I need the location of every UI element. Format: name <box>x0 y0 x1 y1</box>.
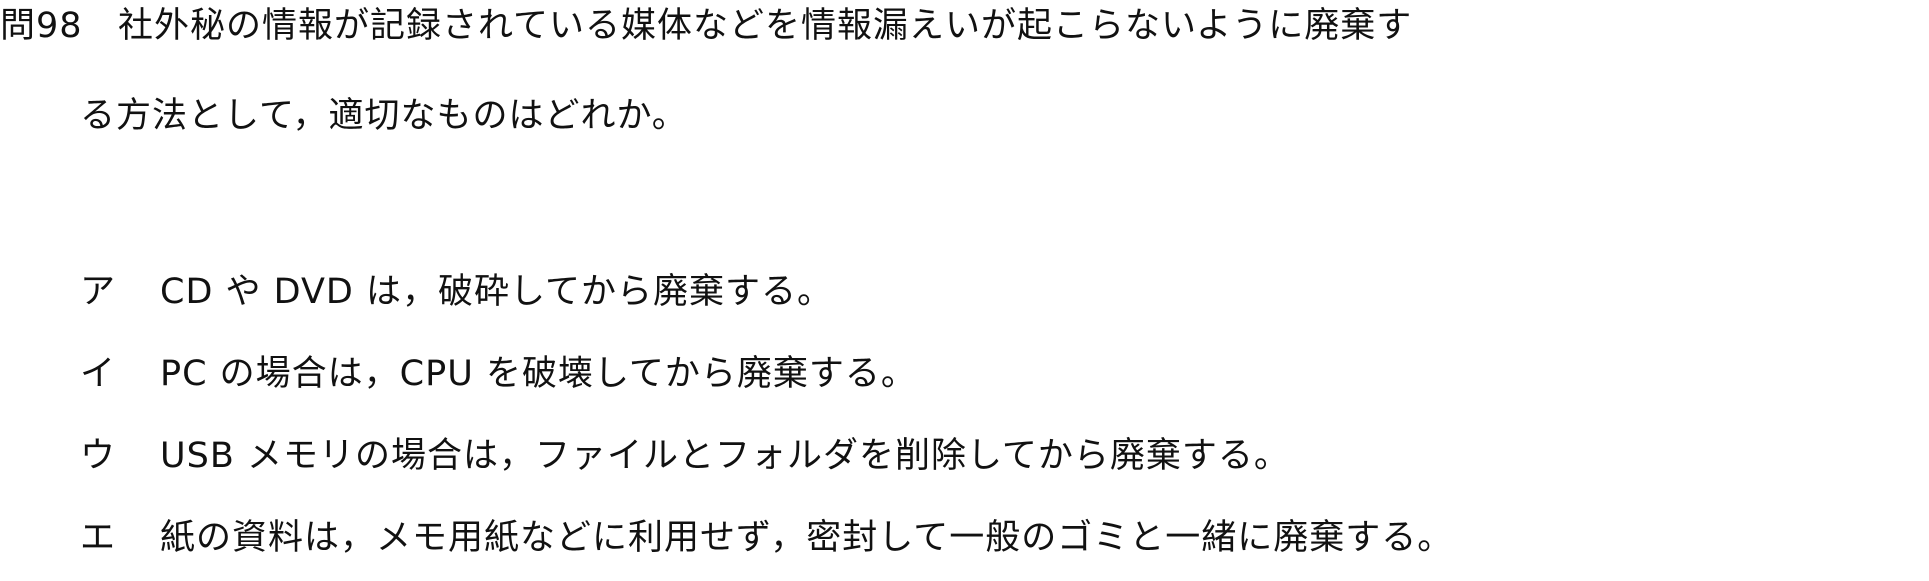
question-text-line-1: 社外秘の情報が記録されている媒体などを情報漏えいが起こらないように廃棄す <box>118 6 1413 46</box>
choice-item-a: ア CD や DVD は，破砕してから廃棄する。 <box>80 270 833 314</box>
question-line-1: 問98 社外秘の情報が記録されている媒体などを情報漏えいが起こらないように廃棄す <box>0 4 1412 48</box>
choice-text-e: 紙の資料は，メモ用紙などに利用せず，密封して一般のゴミと一緒に廃棄する。 <box>160 518 1454 558</box>
choice-text-i: PC の場合は，CPU を破壊してから廃棄する。 <box>160 354 917 394</box>
choice-item-e: エ 紙の資料は，メモ用紙などに利用せず，密封して一般のゴミと一緒に廃棄する。 <box>80 516 1453 560</box>
choice-text-u: USB メモリの場合は，ファイルとフォルダを削除してから廃棄する。 <box>160 436 1290 476</box>
question-number: 問98 <box>0 6 83 46</box>
question-line-2: る方法として，適切なものはどれか。 <box>80 94 688 138</box>
choice-letter-u: ウ <box>80 436 117 476</box>
choice-text-a: CD や DVD は，破砕してから廃棄する。 <box>160 272 833 312</box>
choice-item-i: イ PC の場合は，CPU を破壊してから廃棄する。 <box>80 352 917 396</box>
choice-item-u: ウ USB メモリの場合は，ファイルとフォルダを削除してから廃棄する。 <box>80 434 1290 478</box>
exam-question-document: 問98 社外秘の情報が記録されている媒体などを情報漏えいが起こらないように廃棄す … <box>0 0 1929 581</box>
choice-letter-e: エ <box>80 518 117 558</box>
choice-letter-a: ア <box>80 272 117 312</box>
question-text-line-2: る方法として，適切なものはどれか。 <box>80 96 688 136</box>
choice-letter-i: イ <box>80 354 117 394</box>
